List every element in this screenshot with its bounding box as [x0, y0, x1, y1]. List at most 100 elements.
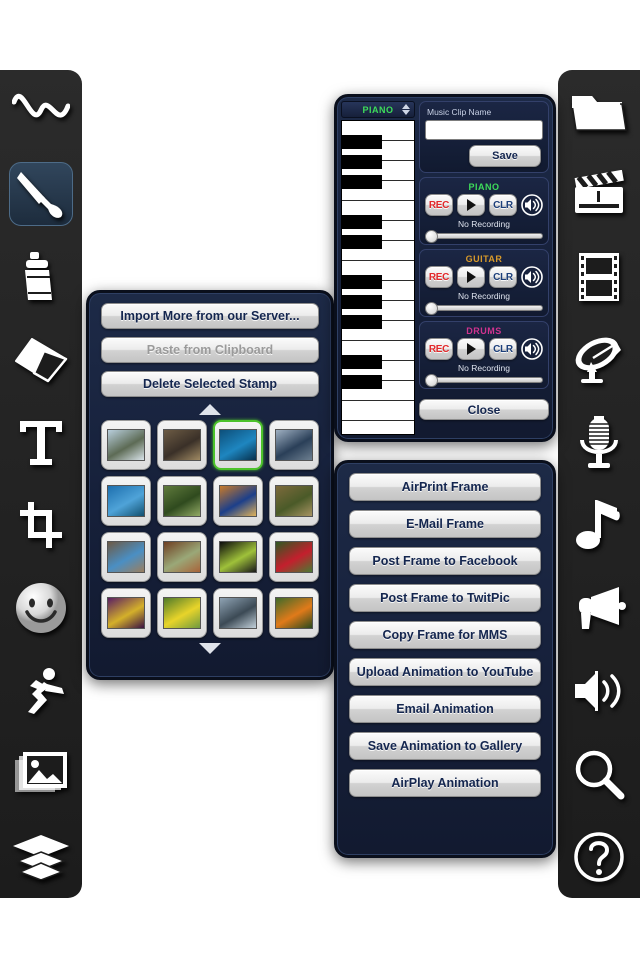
folder-icon: [570, 88, 628, 134]
paintbrush-icon: [15, 168, 67, 220]
stamp-cell[interactable]: [101, 532, 151, 582]
stamp-cell[interactable]: [213, 588, 263, 638]
stamp-action-button: Paste from Clipboard: [101, 337, 319, 363]
stamp-action-button[interactable]: Delete Selected Stamp: [101, 371, 319, 397]
stamp-cell[interactable]: [101, 420, 151, 470]
stamp-cell[interactable]: [213, 420, 263, 470]
slider-knob[interactable]: [425, 302, 438, 315]
record-button[interactable]: REC: [425, 338, 453, 360]
record-button[interactable]: REC: [425, 266, 453, 288]
piano-keys[interactable]: [341, 120, 415, 435]
play-button[interactable]: [457, 266, 485, 288]
tool-clapperboard[interactable]: [558, 153, 640, 236]
tool-help-question[interactable]: [558, 815, 640, 898]
piano-black-key[interactable]: [342, 215, 383, 229]
track-volume-slider[interactable]: [425, 230, 543, 243]
piano-black-key[interactable]: [342, 235, 383, 249]
speaker-icon[interactable]: [521, 194, 543, 216]
stamp-actions: Import More from our Server... Paste from…: [89, 293, 331, 401]
tool-folder[interactable]: [558, 70, 640, 153]
track-status-label: No Recording: [458, 363, 510, 373]
piano-black-key[interactable]: [342, 275, 383, 289]
piano-black-key[interactable]: [342, 175, 383, 189]
track-volume-slider[interactable]: [425, 374, 543, 387]
clear-button[interactable]: CLR: [489, 194, 517, 216]
piano-white-key[interactable]: [342, 421, 414, 434]
tool-eraser[interactable]: [0, 318, 82, 401]
arrow-down-icon[interactable]: [199, 643, 221, 654]
piano-black-key[interactable]: [342, 135, 383, 149]
record-button[interactable]: REC: [425, 194, 453, 216]
share-button[interactable]: Save Animation to Gallery: [349, 732, 541, 760]
play-button[interactable]: [457, 338, 485, 360]
tool-spray-can[interactable]: [0, 236, 82, 319]
tool-layers[interactable]: [0, 815, 82, 898]
piano-black-key[interactable]: [342, 295, 383, 309]
tool-magnifier[interactable]: [558, 732, 640, 815]
play-icon: [466, 199, 476, 211]
slider-knob[interactable]: [425, 374, 438, 387]
microphone-icon: [576, 415, 622, 470]
stamp-cell[interactable]: [157, 532, 207, 582]
arrow-up-icon[interactable]: [199, 404, 221, 415]
stamp-cell[interactable]: [269, 588, 319, 638]
music-note-icon: [575, 498, 623, 552]
share-button[interactable]: AirPrint Frame: [349, 473, 541, 501]
stamp-cell[interactable]: [269, 420, 319, 470]
stamp-thumbnail-snowy-trees: [107, 429, 145, 461]
speaker-icon[interactable]: [521, 266, 543, 288]
instrument-selector[interactable]: PIANO: [341, 101, 415, 118]
film-strip-icon: [573, 251, 625, 303]
tool-photo-image[interactable]: [0, 732, 82, 815]
stamp-cell[interactable]: [101, 588, 151, 638]
track-volume-slider[interactable]: [425, 302, 543, 315]
tool-crop[interactable]: [0, 484, 82, 567]
clip-name-subpanel: Music Clip Name Save: [419, 101, 549, 173]
stamp-cell[interactable]: [157, 420, 207, 470]
speaker-volume-icon: [571, 668, 627, 714]
tool-paintbrush[interactable]: [0, 153, 82, 236]
tool-satellite-dish[interactable]: [558, 318, 640, 401]
stamp-cell[interactable]: [157, 588, 207, 638]
stamp-cell[interactable]: [101, 476, 151, 526]
share-button[interactable]: AirPlay Animation: [349, 769, 541, 797]
stamp-thumbnail-purple-flower: [107, 597, 145, 629]
piano-black-key[interactable]: [342, 155, 383, 169]
tool-running-figure[interactable]: [0, 650, 82, 733]
share-button[interactable]: E-Mail Frame: [349, 510, 541, 538]
clear-button[interactable]: CLR: [489, 266, 517, 288]
share-button[interactable]: Post Frame to TwitPic: [349, 584, 541, 612]
slider-knob[interactable]: [425, 230, 438, 243]
clear-button[interactable]: CLR: [489, 338, 517, 360]
piano-black-key[interactable]: [342, 355, 383, 369]
speaker-icon[interactable]: [521, 338, 543, 360]
tool-smiley-face[interactable]: [0, 567, 82, 650]
stamp-thumbnail-stormy-sky: [219, 597, 257, 629]
stamp-cell[interactable]: [157, 476, 207, 526]
stamp-cell[interactable]: [213, 476, 263, 526]
tool-text-tool[interactable]: [0, 401, 82, 484]
clip-name-input[interactable]: [425, 120, 543, 140]
tool-squiggle-line[interactable]: [0, 70, 82, 153]
piano-black-key[interactable]: [342, 315, 383, 329]
share-button[interactable]: Email Animation: [349, 695, 541, 723]
share-button[interactable]: Post Frame to Facebook: [349, 547, 541, 575]
share-button[interactable]: Upload Animation to YouTube: [349, 658, 541, 686]
music-recorder-panel: PIANO Music Clip Name Save PIANO REC CLR No…: [334, 94, 556, 442]
stamp-cell[interactable]: [269, 476, 319, 526]
tool-music-note[interactable]: [558, 484, 640, 567]
play-button[interactable]: [457, 194, 485, 216]
tool-megaphone[interactable]: [558, 567, 640, 650]
stamp-action-button[interactable]: Import More from our Server...: [101, 303, 319, 329]
stamp-cell[interactable]: [269, 532, 319, 582]
tool-speaker-volume[interactable]: [558, 650, 640, 733]
share-button[interactable]: Copy Frame for MMS: [349, 621, 541, 649]
stepper-updown-icon[interactable]: [402, 104, 410, 115]
tool-film-strip[interactable]: [558, 236, 640, 319]
save-clip-button[interactable]: Save: [469, 145, 541, 167]
piano-black-key[interactable]: [342, 375, 383, 389]
close-music-panel-button[interactable]: Close: [419, 399, 549, 420]
stamp-cell[interactable]: [213, 532, 263, 582]
piano-white-key[interactable]: [342, 401, 414, 421]
tool-microphone[interactable]: [558, 401, 640, 484]
